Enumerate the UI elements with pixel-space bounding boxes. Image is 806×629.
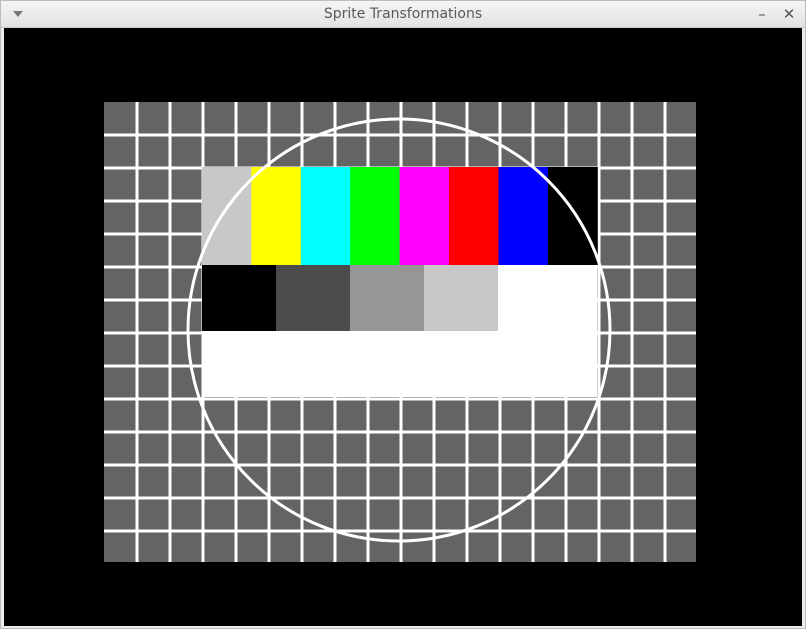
- color-bar: [399, 167, 450, 265]
- close-button[interactable]: ✕: [779, 4, 799, 24]
- gray-step: [202, 265, 276, 331]
- app-window: Sprite Transformations – ✕: [0, 0, 806, 629]
- gray-step: [424, 265, 498, 331]
- color-bar: [350, 167, 401, 265]
- test-pattern-sprite: [4, 28, 802, 626]
- color-bar: [300, 167, 351, 265]
- render-canvas: [4, 28, 802, 626]
- gray-step: [276, 265, 350, 331]
- gray-step: [350, 265, 424, 331]
- window-title: Sprite Transformations: [323, 6, 483, 22]
- color-bar: [251, 167, 302, 265]
- color-bar: [449, 167, 499, 265]
- title-bar[interactable]: Sprite Transformations – ✕: [1, 1, 805, 28]
- gray-step: [498, 265, 598, 331]
- color-bar: [498, 167, 549, 265]
- lower-band: [202, 331, 598, 397]
- color-bar: [547, 167, 598, 265]
- minimize-button[interactable]: –: [752, 4, 772, 24]
- color-bar: [202, 167, 252, 265]
